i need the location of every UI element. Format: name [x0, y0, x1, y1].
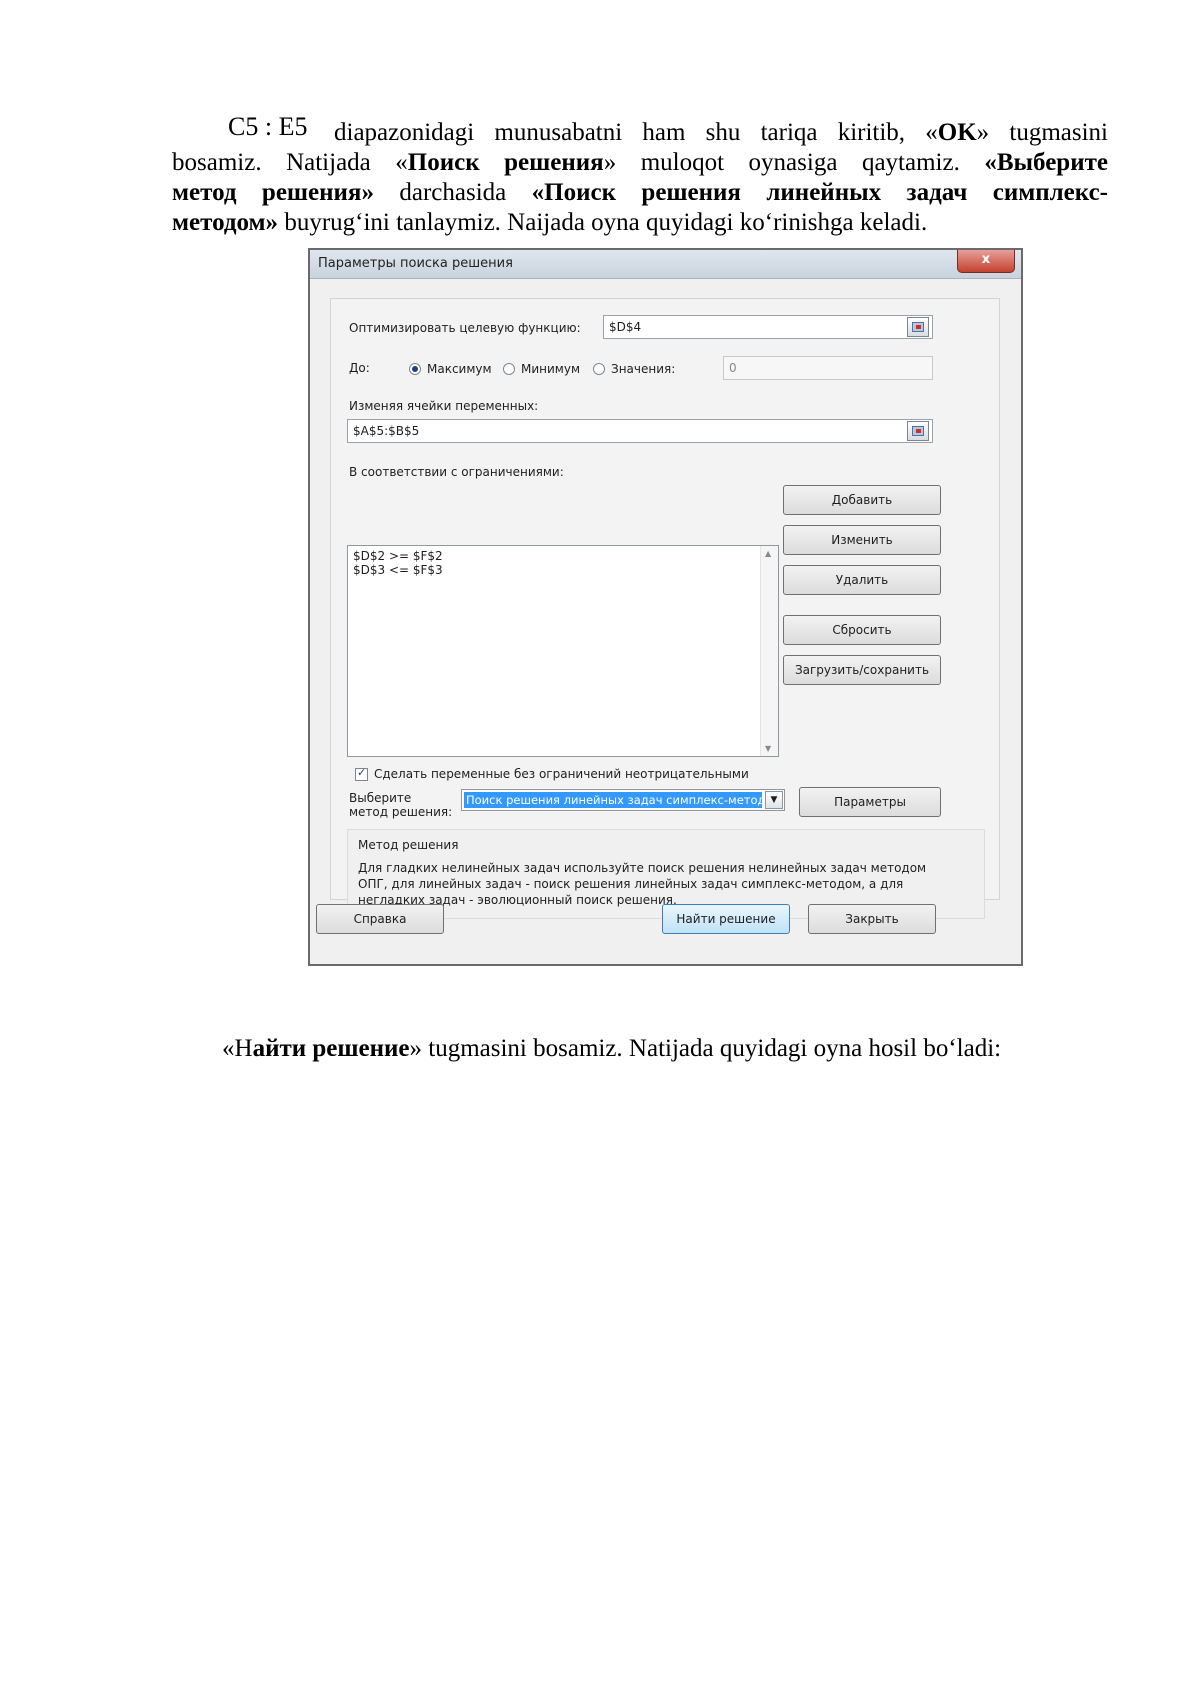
scrollbar[interactable]: ▲ ▼	[760, 546, 778, 756]
dialog-panel: Оптимизировать целевую функцию: $D$4 До:…	[330, 298, 1000, 919]
objective-label: Оптимизировать целевую функцию:	[349, 321, 581, 335]
dropdown-arrow-icon[interactable]: ▼	[765, 791, 783, 809]
radio-empty-icon	[503, 363, 515, 375]
text-line-2: bosamiz. Natijada «Поиск решения» muloqo…	[172, 149, 1108, 176]
add-button[interactable]: Добавить	[783, 485, 941, 515]
reset-button[interactable]: Сбросить	[783, 615, 941, 645]
list-item[interactable]: $D$2 >= $F$2	[353, 549, 443, 563]
text-line-4: методом» buyrug‘ini tanlaymiz. Naijada o…	[172, 209, 928, 236]
radio-min[interactable]: Минимум	[503, 362, 580, 376]
range-select-icon[interactable]	[907, 421, 929, 441]
dialog-title: Параметры поиска решения	[318, 256, 513, 271]
delete-button[interactable]: Удалить	[783, 565, 941, 595]
dialog-titlebar: Параметры поиска решения x	[310, 250, 1021, 279]
load-save-button[interactable]: Загрузить/сохранить	[783, 655, 941, 685]
method-label: Выберите метод решения:	[349, 791, 453, 819]
constraints-list[interactable]: $D$2 >= $F$2 $D$3 <= $F$3 ▲ ▼	[347, 545, 779, 757]
change-button[interactable]: Изменить	[783, 525, 941, 555]
radio-empty-icon	[593, 363, 605, 375]
params-button[interactable]: Параметры	[799, 787, 941, 817]
list-item[interactable]: $D$3 <= $F$3	[353, 563, 443, 577]
solver-dialog: Параметры поиска решения x Оптимизироват…	[308, 248, 1023, 966]
radio-max[interactable]: Максимум	[409, 362, 492, 376]
scroll-up-icon[interactable]: ▲	[765, 549, 771, 558]
group-title: Метод решения	[358, 838, 459, 852]
radio-checked-icon	[409, 363, 421, 375]
group-description: Для гладких нелинейных задач используйте…	[358, 861, 927, 907]
method-select[interactable]: Поиск решения линейных задач симплекс-ме…	[461, 789, 785, 811]
nonneg-checkbox[interactable]: Сделать переменные без ограничений неотр…	[355, 766, 749, 781]
solve-button[interactable]: Найти решение	[662, 904, 790, 934]
close-button[interactable]: x	[957, 250, 1015, 273]
changing-cells-input[interactable]: $A$5:$B$5	[347, 419, 933, 443]
paragraph-after: «Найти решение» tugmasini bosamiz. Natij…	[222, 1035, 1002, 1062]
text-line-3: метод решения» darchasida «Поиск решения…	[172, 179, 1108, 206]
value-input[interactable]: 0	[723, 356, 933, 380]
text-line-1: diapazonidagi munusabatni ham shu tariqa…	[334, 119, 1108, 146]
close-dialog-button[interactable]: Закрыть	[808, 904, 936, 934]
changing-cells-label: Изменяя ячейки переменных:	[349, 399, 539, 413]
paragraph-intro: C5 : E5 diapazonidagi munusabatni ham sh…	[172, 112, 1108, 238]
checkbox-checked-icon	[355, 766, 368, 781]
to-label: До:	[349, 361, 370, 375]
radio-value[interactable]: Значения:	[593, 362, 675, 376]
scroll-down-icon[interactable]: ▼	[765, 744, 771, 753]
help-button[interactable]: Справка	[316, 904, 444, 934]
objective-input[interactable]: $D$4	[603, 315, 933, 339]
range-select-icon[interactable]	[907, 317, 929, 337]
constraints-label: В соответствии с ограничениями:	[349, 465, 564, 479]
